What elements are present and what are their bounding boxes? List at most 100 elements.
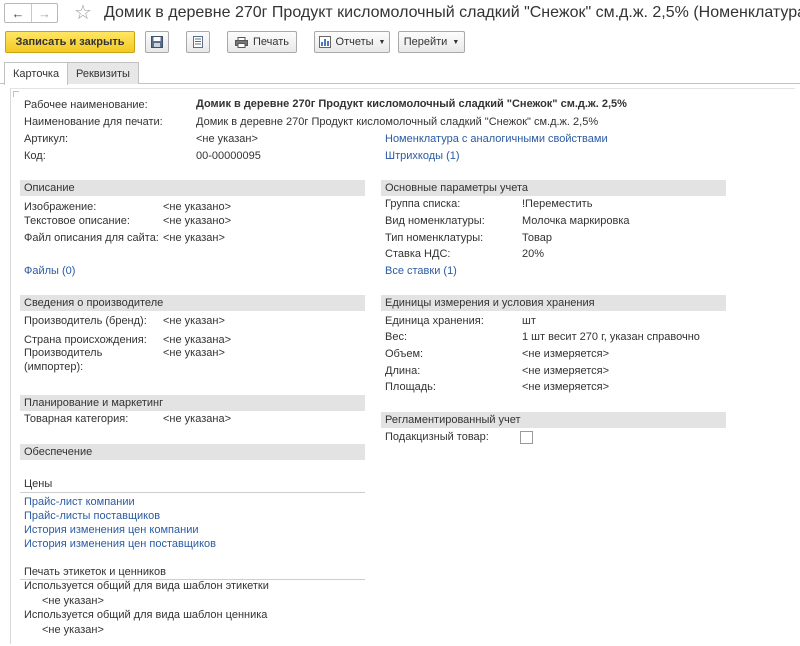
tab-requisites[interactable]: Реквизиты	[67, 62, 139, 84]
forward-button[interactable]: →	[31, 4, 57, 22]
barcodes-link[interactable]: Штрихкоды (1)	[385, 150, 460, 162]
site-file-label: Файл описания для сайта:	[24, 232, 159, 244]
product-category-label: Товарная категория:	[24, 413, 129, 425]
company-price-history-link[interactable]: История изменения цен компании	[24, 524, 199, 536]
window-title: Домик в деревне 270г Продукт кисломолочн…	[104, 4, 800, 21]
brand-label: Производитель (бренд):	[24, 315, 147, 327]
manufacturer-section-header[interactable]: Сведения о производителе	[20, 295, 365, 311]
printer-icon	[234, 36, 248, 48]
supply-section-header[interactable]: Обеспечение	[20, 444, 365, 460]
storage-unit-label: Единица хранения:	[385, 315, 484, 327]
site-file-value[interactable]: <не указан>	[163, 232, 225, 244]
supplier-price-history-link[interactable]: История изменения цен поставщиков	[24, 538, 216, 550]
article-value[interactable]: <не указан>	[196, 133, 258, 145]
price-tag-template-value[interactable]: <не указан>	[42, 624, 104, 636]
prices-section-header[interactable]: Цены	[20, 476, 365, 492]
print-label: Печать	[252, 36, 290, 48]
document-list-button[interactable]	[186, 31, 210, 53]
form-tabs: Карточка Реквизиты	[0, 62, 800, 85]
price-tag-template-text: Используется общий для вида шаблон ценни…	[24, 609, 268, 621]
brand-value[interactable]: <не указан>	[163, 315, 225, 327]
weight-value[interactable]: 1 шт весит 270 г, указан справочно	[522, 331, 700, 343]
goto-label: Перейти	[403, 36, 448, 48]
storage-unit-value[interactable]: шт	[522, 315, 536, 327]
floppy-disk-icon	[151, 36, 163, 48]
labels-section-header[interactable]: Печать этикеток и ценников	[20, 564, 365, 580]
nomenclature-kind-value[interactable]: Молочка маркировка	[522, 215, 630, 227]
print-name-value[interactable]: Домик в деревне 270г Продукт кисломолочн…	[196, 116, 598, 128]
nomenclature-type-value[interactable]: Товар	[522, 232, 552, 244]
list-group-value[interactable]: !Переместить	[522, 198, 592, 210]
nomenclature-type-label: Тип номенклатуры:	[385, 232, 484, 244]
print-name-label: Наименование для печати:	[24, 116, 163, 128]
article-label: Артикул:	[24, 133, 69, 145]
code-value[interactable]: 00-00000095	[196, 150, 261, 162]
country-value[interactable]: <не указана>	[163, 334, 231, 346]
label-template-value[interactable]: <не указан>	[42, 595, 104, 607]
save-button[interactable]	[145, 31, 169, 53]
tab-card-label: Карточка	[13, 68, 60, 80]
weight-label: Вес:	[385, 331, 408, 343]
tab-requisites-label: Реквизиты	[76, 67, 130, 80]
units-section-header[interactable]: Единицы измерения и условия хранения	[381, 295, 726, 311]
vat-rate-label: Ставка НДС:	[385, 248, 451, 260]
tab-card[interactable]: Карточка	[4, 62, 69, 85]
label-template-text: Используется общий для вида шаблон этике…	[24, 580, 269, 592]
text-description-label: Текстовое описание:	[24, 215, 130, 227]
analog-nomenclature-link[interactable]: Номенклатура с аналогичными свойствами	[385, 133, 608, 145]
work-name-label: Рабочее наименование:	[24, 99, 148, 111]
units-section-title: Единицы измерения и условия хранения	[385, 297, 595, 309]
importer-label-line2: (импортер):	[24, 361, 84, 373]
vat-rate-value[interactable]: 20%	[522, 248, 544, 260]
prices-section-title: Цены	[24, 478, 53, 490]
save-and-close-button[interactable]: Записать и закрыть	[5, 31, 135, 53]
regulated-section-title: Регламентированный учет	[385, 414, 521, 426]
reports-menu-button[interactable]: Отчеты ▼	[314, 31, 390, 53]
work-name-value[interactable]: Домик в деревне 270г Продукт кисломолочн…	[196, 98, 627, 110]
volume-label: Объем:	[385, 348, 424, 360]
labels-section-title: Печать этикеток и ценников	[24, 566, 166, 578]
accounting-section-title: Основные параметры учета	[385, 182, 529, 194]
document-list-icon	[193, 36, 203, 48]
excise-checkbox[interactable]	[520, 431, 533, 444]
image-value[interactable]: <не указано>	[163, 201, 231, 213]
area-value[interactable]: <не измеряется>	[522, 381, 609, 393]
chevron-down-icon: ▼	[452, 38, 460, 46]
command-bar: Записать и закрыть Печать Отчеты ▼ Перей…	[0, 30, 800, 56]
focus-corner-marker	[13, 91, 19, 97]
nomenclature-kind-label: Вид номенклатуры:	[385, 215, 485, 227]
print-button[interactable]: Печать	[227, 31, 297, 53]
planning-section-title: Планирование и маркетинг	[24, 397, 164, 409]
accounting-section-header[interactable]: Основные параметры учета	[381, 180, 726, 196]
excise-label: Подакцизный товар:	[385, 431, 489, 443]
supply-section-title: Обеспечение	[24, 446, 93, 458]
back-arrow-icon: ←	[11, 5, 25, 21]
all-rates-link[interactable]: Все ставки (1)	[385, 265, 457, 277]
image-label: Изображение:	[24, 201, 97, 213]
importer-value[interactable]: <не указан>	[163, 347, 225, 359]
navigation-buttons: ← →	[4, 3, 58, 23]
reports-label: Отчеты	[335, 36, 374, 48]
prices-section-divider	[20, 492, 365, 493]
product-category-value[interactable]: <не указана>	[163, 413, 231, 425]
planning-section-header[interactable]: Планирование и маркетинг	[20, 395, 365, 411]
description-section-header[interactable]: Описание	[20, 180, 365, 196]
volume-value[interactable]: <не измеряется>	[522, 348, 609, 360]
text-description-value[interactable]: <не указано>	[163, 215, 231, 227]
regulated-section-header[interactable]: Регламентированный учет	[381, 412, 726, 428]
manufacturer-section-title: Сведения о производителе	[24, 297, 164, 309]
back-button[interactable]: ←	[5, 4, 31, 22]
files-link[interactable]: Файлы (0)	[24, 265, 75, 277]
length-label: Длина:	[385, 365, 421, 377]
favorite-star-icon[interactable]: ☆	[74, 1, 92, 25]
forward-arrow-icon: →	[38, 5, 51, 21]
importer-label-line1: Производитель	[24, 347, 103, 359]
company-price-list-link[interactable]: Прайс-лист компании	[24, 496, 135, 508]
length-value[interactable]: <не измеряется>	[522, 365, 609, 377]
goto-menu-button[interactable]: Перейти ▼	[398, 31, 465, 53]
save-and-close-label: Записать и закрыть	[15, 36, 125, 48]
description-section-title: Описание	[24, 182, 75, 194]
supplier-price-lists-link[interactable]: Прайс-листы поставщиков	[24, 510, 160, 522]
country-label: Страна происхождения:	[24, 334, 147, 346]
reports-icon	[318, 36, 331, 48]
